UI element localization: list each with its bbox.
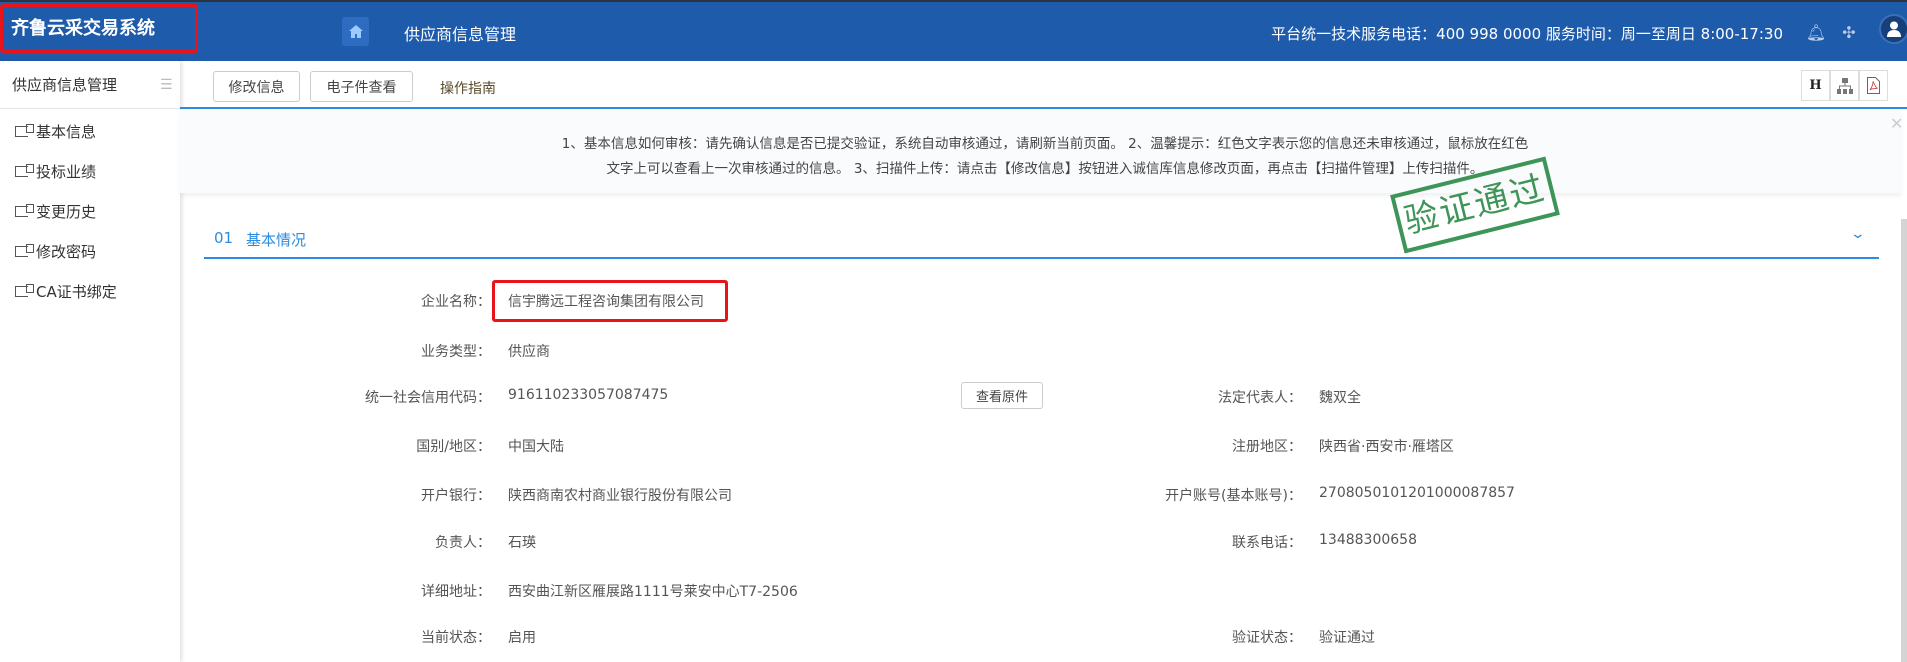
sidebar-item-label: 基本信息	[36, 123, 97, 141]
window-icon	[15, 204, 34, 217]
toolbar: 修改信息 电子件查看 操作指南 H	[180, 61, 1907, 109]
credit-code-value: 916110233057087475	[508, 387, 669, 403]
org-chart-icon[interactable]	[1830, 70, 1859, 101]
guide-link[interactable]: 操作指南	[440, 78, 496, 98]
section-divider	[204, 257, 1879, 259]
status-label: 当前状态：	[421, 630, 491, 646]
account-label: 开户账号(基本账号)：	[1165, 488, 1302, 504]
home-icon	[348, 25, 363, 38]
sidebar-item-label: CA证书绑定	[36, 283, 117, 301]
address-label: 详细地址：	[421, 584, 491, 600]
verify-status-label: 验证状态：	[1232, 630, 1302, 646]
phone-label: 联系电话：	[1232, 535, 1302, 551]
service-info: 平台统一技术服务电话：400 998 0000 服务时间：周一至周日 8:00-…	[1271, 25, 1783, 43]
country-label: 国别/地区：	[416, 439, 491, 455]
history-icon[interactable]: H	[1801, 70, 1830, 101]
sidebar-item-change-password[interactable]: 修改密码	[15, 241, 96, 262]
verify-status-value: 验证通过	[1319, 630, 1375, 646]
sidebar-item-basic-info[interactable]: 基本信息	[15, 121, 96, 142]
pdf-icon[interactable]	[1859, 70, 1888, 101]
credit-code-label: 统一社会信用代码：	[365, 390, 491, 406]
company-name-value: 信宇腾远工程咨询集团有限公司	[508, 294, 704, 310]
sidebar-item-label: 修改密码	[36, 243, 97, 261]
close-icon[interactable]: ✕	[1890, 114, 1903, 133]
address-value: 西安曲江新区雁展路1111号莱安中心T7-2506	[508, 584, 798, 600]
legal-rep-value: 魏双全	[1319, 390, 1361, 406]
section-number: 01	[214, 229, 234, 247]
scrollbar[interactable]	[1901, 219, 1907, 662]
bank-value: 陕西商南农村商业银行股份有限公司	[508, 488, 732, 504]
window-icon	[15, 284, 34, 297]
user-avatar-icon[interactable]	[1879, 14, 1907, 44]
notice-line-2: 文字上可以查看上一次审核通过的信息。 3、扫描件上传：请点击【修改信息】按钮进入…	[606, 161, 1484, 177]
reg-area-value: 陕西省·西安市·雁塔区	[1319, 439, 1454, 455]
account-value: 2708050101201000087857	[1319, 485, 1515, 501]
window-icon	[15, 124, 34, 137]
window-icon	[15, 164, 34, 177]
bank-label: 开户银行：	[421, 488, 491, 504]
section-title[interactable]: 基本情况	[246, 229, 306, 250]
status-value: 启用	[508, 630, 536, 646]
reg-area-label: 注册地区：	[1232, 439, 1302, 455]
top-header: 齐鲁云采交易系统 供应商信息管理 平台统一技术服务电话：400 998 0000…	[0, 0, 1907, 61]
notice-panel: 1、基本信息如何审核：请先确认信息是否已提交验证，系统自动审核通过，请刷新当前页…	[180, 110, 1903, 193]
bell-icon[interactable]: 🔔︎	[1805, 21, 1827, 43]
edit-info-button[interactable]: 修改信息	[213, 71, 300, 102]
header-page-title: 供应商信息管理	[404, 25, 517, 44]
sidebar: 供应商信息管理 ☰ 基本信息 投标业绩 变更历史 修改密码 CA证书绑定	[0, 61, 180, 662]
sidebar-item-label: 变更历史	[36, 203, 97, 221]
collapse-icon[interactable]: ✣	[1838, 21, 1860, 43]
sidebar-item-label: 投标业绩	[36, 163, 97, 181]
sidebar-item-change-history[interactable]: 变更历史	[15, 201, 96, 222]
home-button[interactable]	[342, 17, 369, 46]
window-icon	[15, 244, 34, 257]
notice-line-1: 1、基本信息如何审核：请先确认信息是否已提交验证，系统自动审核通过，请刷新当前页…	[561, 136, 1529, 152]
country-value: 中国大陆	[508, 439, 564, 455]
sidebar-title: 供应商信息管理	[0, 61, 180, 109]
app-title[interactable]: 齐鲁云采交易系统	[0, 4, 198, 53]
company-name-label: 企业名称：	[421, 294, 491, 310]
manager-value: 石瑛	[508, 535, 536, 551]
legal-rep-label: 法定代表人：	[1218, 390, 1302, 406]
view-efiles-button[interactable]: 电子件查看	[310, 71, 413, 102]
sidebar-item-bid-performance[interactable]: 投标业绩	[15, 161, 96, 182]
phone-value: 13488300658	[1319, 532, 1417, 548]
business-type-label: 业务类型：	[421, 344, 491, 360]
manager-label: 负责人：	[435, 535, 491, 551]
sidebar-item-ca-binding[interactable]: CA证书绑定	[15, 281, 117, 302]
chevron-down-icon[interactable]: ⌄	[1850, 226, 1866, 242]
business-type-value: 供应商	[508, 344, 550, 360]
menu-toggle-icon[interactable]: ☰	[160, 77, 174, 93]
